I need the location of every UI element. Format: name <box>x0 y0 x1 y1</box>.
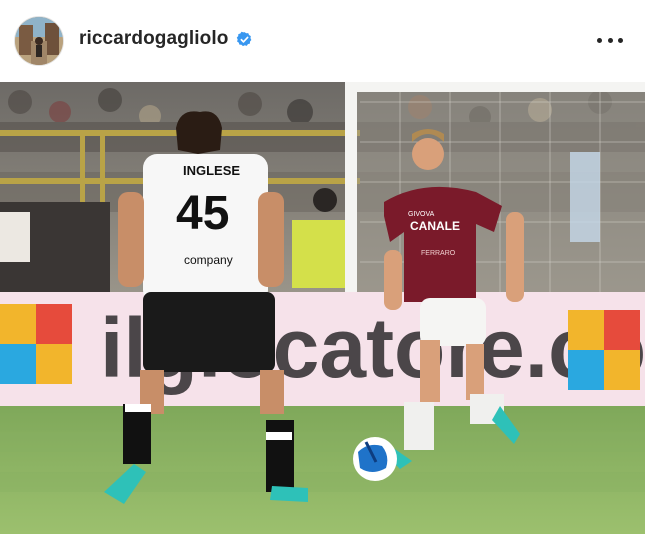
puzzle-logo-left <box>0 304 72 384</box>
football-match-photo: ilgiocatore.com <box>0 82 645 534</box>
post-photo[interactable]: ilgiocatore.com <box>0 82 645 534</box>
dot <box>618 37 623 43</box>
username-link[interactable]: riccardogagliolo <box>79 28 228 50</box>
dot <box>607 37 613 43</box>
pitch <box>0 406 645 534</box>
puzzle-logo-right <box>568 310 640 390</box>
football-ball <box>353 437 397 481</box>
user-avatar[interactable] <box>15 17 63 65</box>
dot <box>597 37 602 43</box>
player-number-45: 45 <box>176 187 229 240</box>
shirt-sponsor-ferraro: FERRARO <box>421 250 456 257</box>
more-options-icon[interactable] <box>597 30 623 50</box>
username-block: riccardogagliolo <box>79 28 253 50</box>
shirt-sponsor-left: company <box>184 253 233 267</box>
post-header: riccardogagliolo <box>0 0 645 80</box>
shirt-sponsor-canale: CANALE <box>410 219 460 233</box>
avatar-image <box>15 17 63 65</box>
player-name-inglese: INGLESE <box>183 163 240 178</box>
kit-brand: GIVOVA <box>408 211 435 218</box>
instagram-post: riccardogagliolo il iocatore.c INGLESE 4… <box>0 0 645 540</box>
verified-badge-icon <box>236 31 253 48</box>
